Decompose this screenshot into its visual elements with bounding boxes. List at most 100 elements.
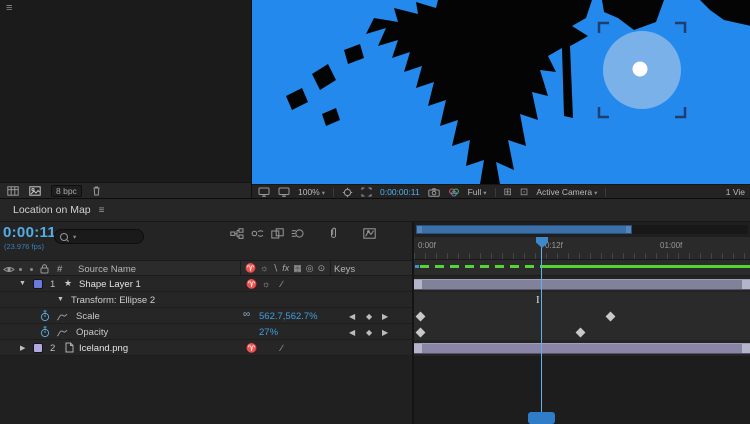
view-layout-dropdown[interactable]: 1 Vie (726, 187, 745, 197)
navigator-bar[interactable] (416, 225, 632, 234)
chevron-down-icon: ▾ (594, 190, 597, 197)
constrain-link-icon[interactable]: ∞ (243, 309, 250, 320)
lock-icon[interactable] (40, 264, 49, 274)
expression-graph-icon[interactable] (56, 312, 68, 322)
layer-color-swatch[interactable] (33, 279, 43, 289)
project-panel-toolbar: 8 bpc (0, 182, 251, 198)
region-of-interest-icon[interactable] (361, 187, 372, 197)
frameblend-header-icon[interactable]: ∖ (272, 263, 278, 274)
ruler-ticks (414, 253, 750, 259)
current-time-indicator-grabber[interactable] (528, 412, 555, 424)
layer-row-iceland[interactable]: ▶ 2 Iceland.png ♈ ∕ (0, 340, 412, 356)
time-ruler[interactable]: 0:00f 0:12f 01:00f (414, 237, 750, 260)
ruler-label: 0:00f (418, 241, 436, 250)
timeline-toolbar (230, 227, 383, 239)
next-keyframe-icon[interactable]: ▶ (382, 312, 388, 321)
timeline-column-headers: # Source Name ♈ ☼ ∖ fx ▦ ◎ ⊙ Keys (0, 260, 412, 276)
twirl-down-icon[interactable]: ▼ (57, 296, 64, 303)
ellipse-shape-layer[interactable] (603, 31, 681, 109)
brainstorm-icon[interactable] (328, 227, 339, 239)
layer-duration-bar-shape[interactable] (414, 279, 750, 290)
timeline-panel: Location on Map ≡ 0:00:11 (23.976 fps) ▾ (0, 198, 750, 424)
timeline-tab[interactable]: Location on Map (13, 204, 91, 216)
viewer-timecode[interactable]: 0:00:00:11 (380, 187, 420, 197)
motion-blur-icon[interactable] (291, 228, 304, 239)
threed-header-icon[interactable]: ⊙ (318, 263, 326, 274)
scale-property-row[interactable]: Scale ∞ 562.7,562.7% ◀ ◆ ▶ (0, 308, 412, 324)
effects-header-icon[interactable]: ☼ (260, 263, 268, 274)
quality-switch-icon[interactable]: ♈ (246, 343, 257, 354)
quality-switch-icon[interactable]: ♈ (246, 279, 257, 290)
stopwatch-icon[interactable] (40, 310, 50, 322)
interpret-footage-icon[interactable] (29, 186, 41, 196)
transparency-grid-icon[interactable]: ⊞ (504, 187, 512, 198)
show-channel-icon[interactable] (448, 188, 460, 197)
delete-icon[interactable] (92, 185, 101, 196)
quality-slash-icon[interactable]: ∕ (281, 279, 283, 289)
add-keyframe-icon[interactable]: ◆ (366, 312, 372, 321)
scale-value[interactable]: 562.7,562.7% (259, 311, 318, 322)
grid-guides-icon[interactable] (342, 187, 353, 198)
stopwatch-icon[interactable] (40, 326, 50, 338)
panel-menu-icon[interactable]: ≡ (6, 2, 12, 14)
layer-row-shape-layer[interactable]: ▼ 1 ★ Shape Layer 1 ♈ ☼ ∕ (0, 276, 412, 292)
quality-header-icon[interactable]: ♈ (245, 263, 256, 274)
mini-flowchart-icon[interactable] (230, 228, 244, 239)
timeline-right-empty (414, 356, 750, 424)
time-navigator (414, 222, 750, 237)
layer-color-swatch[interactable] (33, 343, 43, 353)
layer-duration-bar-iceland[interactable] (414, 343, 750, 354)
search-icon (60, 233, 68, 241)
composition-canvas[interactable] (252, 0, 750, 184)
transform-group-label[interactable]: Transform: Ellipse 2 (71, 295, 155, 306)
primary-viewer-icon[interactable] (278, 187, 290, 197)
shy-layers-icon[interactable] (251, 228, 264, 239)
opacity-value[interactable]: 27% (259, 327, 278, 338)
graph-editor-icon[interactable] (363, 228, 376, 239)
fx-header[interactable]: fx (282, 263, 289, 274)
quality-slash-icon[interactable]: ∕ (281, 343, 283, 353)
adjustment-header-icon[interactable]: ◎ (306, 263, 314, 274)
layer-number-header[interactable]: # (57, 264, 62, 275)
render-progress-dashed (420, 265, 542, 268)
resolution-dropdown[interactable]: Full▾ (468, 187, 487, 197)
prev-keyframe-icon[interactable]: ◀ (349, 328, 355, 337)
mask-visibility-icon[interactable]: ⊡ (520, 187, 528, 198)
transform-group-row[interactable]: ▼ Transform: Ellipse 2 (0, 292, 412, 308)
preview-monitor-icon[interactable] (258, 187, 270, 197)
eye-icon[interactable] (3, 265, 15, 274)
effects-switch-icon[interactable]: ☼ (262, 279, 270, 289)
tab-menu-icon[interactable]: ≡ (99, 205, 105, 216)
project-panel: ≡ 8 bpc (0, 0, 251, 198)
project-flowchart-icon[interactable] (7, 186, 19, 196)
timeline-search[interactable]: ▾ (54, 229, 144, 244)
expression-graph-icon[interactable] (56, 328, 68, 338)
current-time-display[interactable]: 0:00:11 (3, 224, 56, 241)
switches-header: ♈ ☼ ∖ fx ▦ ◎ ⊙ (245, 263, 325, 274)
source-name-header[interactable]: Source Name (78, 264, 136, 275)
layer-name[interactable]: Shape Layer 1 (79, 279, 141, 290)
solo-column-icon[interactable] (30, 268, 33, 271)
frame-rate-label: (23.976 fps) (4, 242, 44, 251)
search-input[interactable] (79, 231, 138, 242)
twirl-down-icon[interactable]: ▼ (19, 280, 26, 287)
ruler-label: 01:00f (660, 241, 682, 250)
scale-label[interactable]: Scale (76, 311, 100, 322)
frame-blending-icon[interactable] (271, 228, 284, 239)
add-keyframe-icon[interactable]: ◆ (366, 328, 372, 337)
current-time-indicator-line[interactable] (541, 242, 542, 424)
zoom-dropdown[interactable]: 100%▾ (298, 187, 325, 197)
snapshot-camera-icon[interactable] (428, 188, 440, 197)
opacity-property-row[interactable]: Opacity 27% ◀ ◆ ▶ (0, 324, 412, 340)
opacity-label[interactable]: Opacity (76, 327, 108, 338)
twirl-right-icon[interactable]: ▶ (20, 344, 25, 352)
next-keyframe-icon[interactable]: ▶ (382, 328, 388, 337)
work-area-start-marker (415, 265, 419, 268)
bit-depth-button[interactable]: 8 bpc (51, 185, 82, 197)
layer-name[interactable]: Iceland.png (79, 343, 128, 354)
prev-keyframe-icon[interactable]: ◀ (349, 312, 355, 321)
audio-column-icon[interactable] (19, 268, 22, 271)
view-dropdown[interactable]: Active Camera▾ (536, 187, 597, 197)
motionblur-header-icon[interactable]: ▦ (293, 263, 302, 274)
track-header-band (414, 260, 750, 276)
